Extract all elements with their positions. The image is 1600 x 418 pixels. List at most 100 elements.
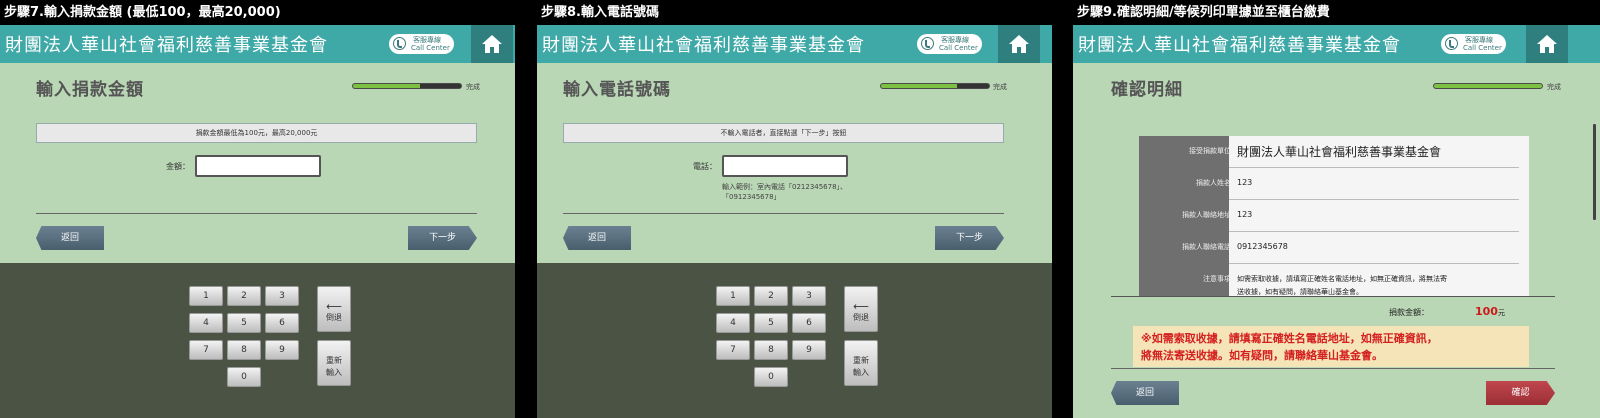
page-title: 確認明細 bbox=[1111, 80, 1183, 100]
phone-input[interactable] bbox=[722, 155, 848, 177]
back-button[interactable]: 返回 bbox=[1111, 381, 1179, 405]
detail-row: 送收據，如有疑問，請聯絡華山基金會。 bbox=[1139, 284, 1529, 296]
key-1[interactable]: 1 bbox=[189, 286, 223, 306]
detail-row-value: 財團法人華山社會福利慈善事業基金會 bbox=[1237, 145, 1442, 159]
detail-row: 接受捐款單位 財團法人華山社會福利慈善事業基金會 bbox=[1139, 136, 1529, 168]
phone-hint-line2: 「0912345678」 bbox=[722, 193, 781, 201]
phone-hint: 輸入範例：室內電話「0212345678」、 「0912345678」 bbox=[722, 182, 847, 202]
amount-label: 捐款金額： bbox=[1389, 308, 1429, 317]
phone-icon bbox=[921, 37, 934, 50]
key-1[interactable]: 1 bbox=[716, 286, 750, 306]
detail-row-label: 捐款人聯絡地址 bbox=[1182, 211, 1231, 219]
key-9[interactable]: 9 bbox=[792, 340, 826, 360]
key-2[interactable]: 2 bbox=[227, 286, 261, 306]
reset-button[interactable]: 重新 輸入 bbox=[317, 340, 351, 386]
home-button[interactable] bbox=[471, 25, 513, 63]
amount-unit: 元 bbox=[1497, 309, 1505, 317]
home-icon bbox=[482, 35, 502, 53]
divider bbox=[1111, 368, 1555, 369]
progress-fill bbox=[353, 84, 420, 88]
reset-label-2: 輸入 bbox=[326, 368, 342, 377]
key-3[interactable]: 3 bbox=[265, 286, 299, 306]
next-button[interactable]: 下一步 bbox=[935, 226, 1004, 250]
key-5[interactable]: 5 bbox=[227, 313, 261, 333]
warning-line-2: 將無法寄送收據。如有疑問，請聯絡華山基金會。 bbox=[1141, 349, 1383, 362]
key-8[interactable]: 8 bbox=[227, 340, 261, 360]
backspace-button[interactable]: ⟵ 倒退 bbox=[844, 286, 878, 332]
progress-label: 完成 bbox=[1547, 83, 1561, 91]
reset-button[interactable]: 重新 輸入 bbox=[844, 340, 878, 386]
step9-panel: 步驟9.確認明細/等候列印單據並至櫃台繳費 財團法人華山社會福利慈善事業基金會 … bbox=[1073, 0, 1600, 418]
call-center-button[interactable]: 客服專線 Call Center bbox=[389, 34, 454, 54]
phone-icon bbox=[393, 37, 406, 50]
step7-caption: 步驟7.輸入捐款金額 (最低100，最高20,000) bbox=[0, 0, 515, 25]
progress-fill bbox=[1434, 84, 1542, 88]
phone-hint-line1: 輸入範例：室內電話「0212345678」、 bbox=[722, 183, 848, 191]
key-0[interactable]: 0 bbox=[754, 367, 788, 387]
progress-bar bbox=[1433, 83, 1543, 89]
reset-label-1: 重新 bbox=[853, 356, 869, 365]
detail-row-value: 如需索取收據，請填寫正確姓名電話地址，如無正確資訊，將無法寄 bbox=[1237, 275, 1447, 283]
key-4[interactable]: 4 bbox=[189, 313, 223, 333]
detail-card: 接受捐款單位 財團法人華山社會福利慈善事業基金會 捐款人姓名 123 捐款人聯絡… bbox=[1139, 136, 1529, 296]
step9-caption: 步驟9.確認明細/等候列印單據並至櫃台繳費 bbox=[1073, 0, 1600, 25]
page-title: 輸入捐款金額 bbox=[36, 80, 144, 100]
call-center-button[interactable]: 客服專線 Call Center bbox=[1441, 34, 1506, 54]
call-center-label-en: Call Center bbox=[411, 44, 450, 52]
next-button[interactable]: 下一步 bbox=[408, 226, 477, 250]
home-button[interactable] bbox=[1526, 25, 1568, 63]
backspace-label: 倒退 bbox=[326, 313, 342, 322]
key-6[interactable]: 6 bbox=[792, 313, 826, 333]
reset-label-1: 重新 bbox=[326, 356, 342, 365]
confirm-button[interactable]: 確認 bbox=[1486, 381, 1555, 405]
key-0[interactable]: 0 bbox=[227, 367, 261, 387]
call-center-label-zh: 客服專線 bbox=[941, 36, 969, 44]
phone-note: 不輸入電話者，直接點選「下一步」按鈕 bbox=[563, 123, 1004, 143]
key-9[interactable]: 9 bbox=[265, 340, 299, 360]
org-title: 財團法人華山社會福利慈善事業基金會 bbox=[1078, 35, 1401, 56]
org-title: 財團法人華山社會福利慈善事業基金會 bbox=[542, 35, 865, 56]
backspace-button[interactable]: ⟵ 倒退 bbox=[317, 286, 351, 332]
home-icon bbox=[1537, 35, 1557, 53]
detail-row-value: 123 bbox=[1237, 210, 1253, 219]
warning-line-1: ※如需索取收據，請填寫正確姓名電話地址，如無正確資訊， bbox=[1141, 332, 1438, 345]
arrow-left-icon: ⟵ bbox=[326, 300, 342, 313]
scrollbar[interactable] bbox=[1593, 124, 1596, 220]
warning-box: ※如需索取收據，請填寫正確姓名電話地址，如無正確資訊， 將無法寄送收據。如有疑問… bbox=[1133, 326, 1529, 367]
key-3[interactable]: 3 bbox=[792, 286, 826, 306]
key-2[interactable]: 2 bbox=[754, 286, 788, 306]
detail-row-label: 注意事項 bbox=[1203, 275, 1231, 283]
key-6[interactable]: 6 bbox=[265, 313, 299, 333]
call-center-label-en: Call Center bbox=[939, 44, 978, 52]
back-button[interactable]: 返回 bbox=[563, 226, 631, 250]
org-title: 財團法人華山社會福利慈善事業基金會 bbox=[5, 35, 328, 56]
header: 財團法人華山社會福利慈善事業基金會 客服專線 Call Center bbox=[0, 25, 515, 63]
call-center-button[interactable]: 客服專線 Call Center bbox=[917, 34, 982, 54]
home-button[interactable] bbox=[998, 25, 1040, 63]
detail-scroll-area[interactable]: 接受捐款單位 財團法人華山社會福利慈善事業基金會 捐款人姓名 123 捐款人聯絡… bbox=[1111, 124, 1555, 296]
detail-row: 捐款人聯絡地址 123 bbox=[1139, 200, 1529, 232]
back-button[interactable]: 返回 bbox=[36, 226, 104, 250]
backspace-label: 倒退 bbox=[853, 313, 869, 322]
key-7[interactable]: 7 bbox=[189, 340, 223, 360]
key-8[interactable]: 8 bbox=[754, 340, 788, 360]
detail-row-label: 捐款人聯絡電話 bbox=[1182, 243, 1231, 251]
call-center-label-zh: 客服專線 bbox=[413, 36, 441, 44]
key-5[interactable]: 5 bbox=[754, 313, 788, 333]
key-7[interactable]: 7 bbox=[716, 340, 750, 360]
key-4[interactable]: 4 bbox=[716, 313, 750, 333]
detail-row-label: 接受捐款單位 bbox=[1189, 147, 1231, 155]
phone-icon bbox=[1445, 37, 1458, 50]
keypad: 1 2 3 4 5 6 7 8 9 0 ⟵ 倒退 重新輸入 bbox=[0, 263, 515, 418]
divider bbox=[36, 213, 477, 214]
step7-panel: 步驟7.輸入捐款金額 (最低100，最高20,000) 財團法人華山社會福利慈善… bbox=[0, 0, 515, 418]
detail-row-value: 送收據，如有疑問，請聯絡華山基金會。 bbox=[1237, 288, 1363, 296]
step8-caption: 步驟8.輸入電話號碼 bbox=[537, 0, 1052, 25]
divider bbox=[1111, 296, 1555, 297]
step8-panel: 步驟8.輸入電話號碼 財團法人華山社會福利慈善事業基金會 客服專線 Call C… bbox=[537, 0, 1052, 418]
header: 財團法人華山社會福利慈善事業基金會 客服專線 Call Center bbox=[1073, 25, 1600, 63]
home-icon bbox=[1009, 35, 1029, 53]
page-title: 輸入電話號碼 bbox=[563, 80, 671, 100]
detail-row: 捐款人姓名 123 bbox=[1139, 168, 1529, 200]
amount-input[interactable] bbox=[195, 155, 321, 177]
